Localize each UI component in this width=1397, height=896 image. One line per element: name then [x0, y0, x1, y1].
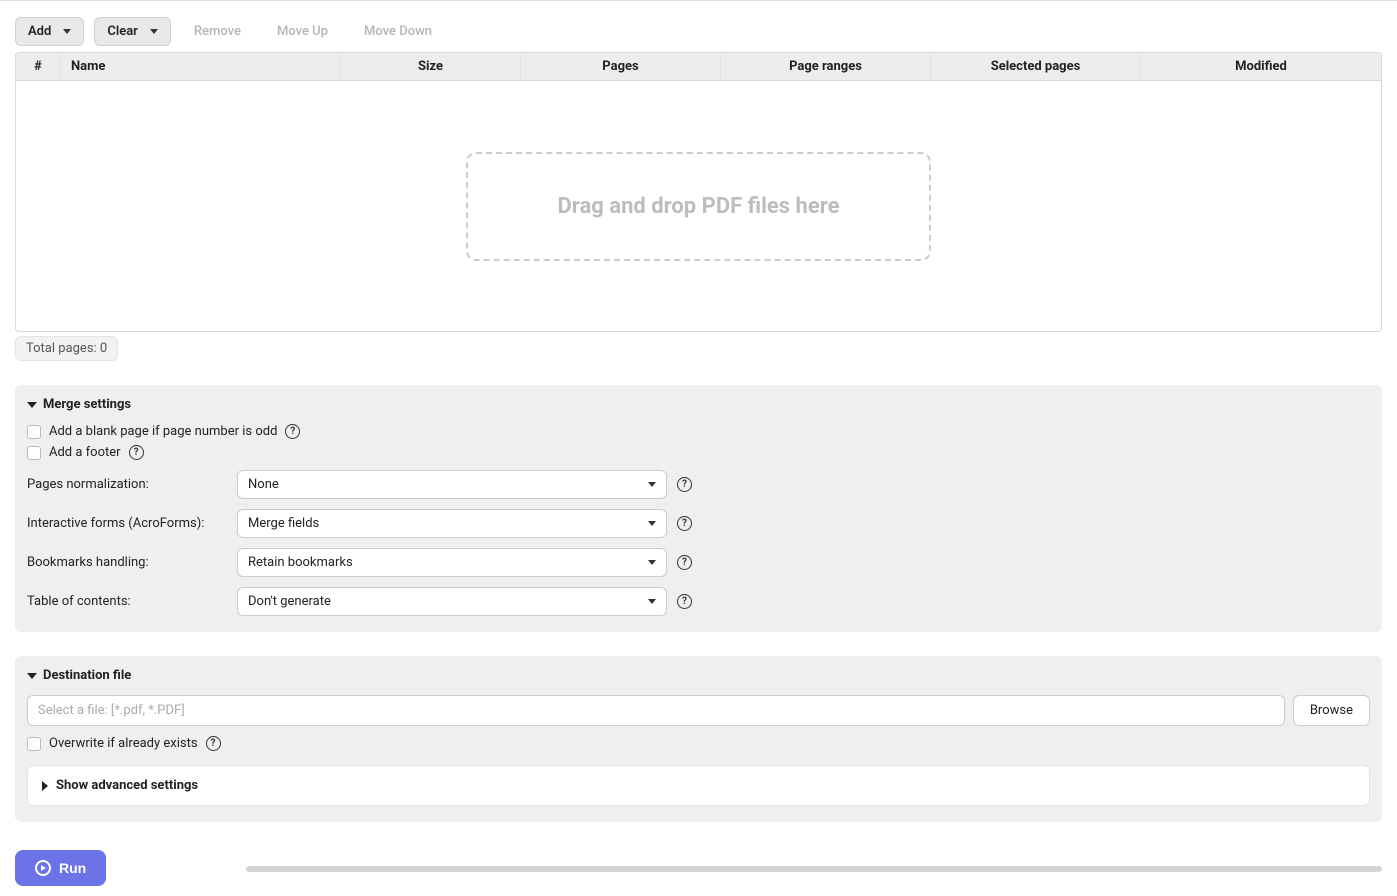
advanced-settings-toggle[interactable]: Show advanced settings: [27, 765, 1370, 806]
merge-settings-panel: Merge settings Add a blank page if page …: [15, 385, 1382, 632]
col-header-size[interactable]: Size: [341, 53, 521, 80]
toc-label: Table of contents:: [27, 594, 237, 609]
remove-button-label: Remove: [194, 24, 241, 39]
play-circle-icon: [35, 860, 51, 876]
help-icon[interactable]: ?: [677, 477, 692, 492]
total-pages-status: Total pages: 0: [15, 336, 118, 361]
acroforms-value: Merge fields: [248, 516, 319, 531]
footer-checkbox[interactable]: [27, 446, 41, 460]
toc-row: Table of contents: Don't generate ?: [27, 587, 1370, 616]
destination-title: Destination file: [43, 668, 131, 683]
help-icon[interactable]: ?: [677, 555, 692, 570]
merge-settings-title: Merge settings: [43, 397, 131, 412]
acroforms-select[interactable]: Merge fields: [237, 509, 667, 538]
file-table: # Name Size Pages Page ranges Selected p…: [15, 52, 1382, 332]
bookmarks-select[interactable]: Retain bookmarks: [237, 548, 667, 577]
normalization-select[interactable]: None: [237, 470, 667, 499]
col-header-pages[interactable]: Pages: [521, 53, 721, 80]
toc-value: Don't generate: [248, 594, 331, 609]
merge-settings-header[interactable]: Merge settings: [27, 397, 1370, 412]
move-down-button-label: Move Down: [364, 24, 432, 39]
move-down-button: Move Down: [351, 17, 445, 46]
blank-page-label: Add a blank page if page number is odd: [49, 424, 277, 439]
destination-panel: Destination file Select a file: [*.pdf, …: [15, 656, 1382, 822]
add-button[interactable]: Add: [15, 17, 84, 46]
scrollbar-thumb[interactable]: [246, 866, 1382, 872]
browse-button[interactable]: Browse: [1293, 695, 1370, 726]
blank-page-row: Add a blank page if page number is odd ?: [27, 424, 1370, 439]
bookmarks-row: Bookmarks handling: Retain bookmarks ?: [27, 548, 1370, 577]
footer-bar: Run: [15, 850, 1382, 886]
top-divider: [0, 0, 1397, 1]
toc-select[interactable]: Don't generate: [237, 587, 667, 616]
destination-input[interactable]: Select a file: [*.pdf, *.PDF]: [27, 695, 1285, 726]
blank-page-checkbox[interactable]: [27, 425, 41, 439]
move-up-button: Move Up: [264, 17, 341, 46]
run-button-label: Run: [59, 860, 86, 876]
run-button[interactable]: Run: [15, 850, 106, 886]
destination-row: Select a file: [*.pdf, *.PDF] Browse: [27, 695, 1370, 726]
clear-button-label: Clear: [107, 24, 138, 39]
advanced-settings-label: Show advanced settings: [56, 778, 198, 793]
caret-down-icon: [648, 599, 656, 604]
caret-down-icon: [648, 521, 656, 526]
table-header: # Name Size Pages Page ranges Selected p…: [16, 53, 1381, 81]
add-button-label: Add: [28, 24, 51, 39]
caret-down-icon: [63, 29, 71, 34]
dropzone[interactable]: Drag and drop PDF files here: [466, 152, 932, 261]
overwrite-label: Overwrite if already exists: [49, 736, 198, 751]
caret-down-icon: [150, 29, 158, 34]
help-icon[interactable]: ?: [677, 594, 692, 609]
help-icon[interactable]: ?: [129, 445, 144, 460]
clear-button[interactable]: Clear: [94, 17, 171, 46]
destination-placeholder: Select a file: [*.pdf, *.PDF]: [38, 703, 185, 718]
acroforms-row: Interactive forms (AcroForms): Merge fie…: [27, 509, 1370, 538]
move-up-button-label: Move Up: [277, 24, 328, 39]
destination-header[interactable]: Destination file: [27, 668, 1370, 683]
normalization-row: Pages normalization: None ?: [27, 470, 1370, 499]
normalization-value: None: [248, 477, 279, 492]
bookmarks-label: Bookmarks handling:: [27, 555, 237, 570]
caret-down-icon: [648, 482, 656, 487]
help-icon[interactable]: ?: [677, 516, 692, 531]
help-icon[interactable]: ?: [206, 736, 221, 751]
footer-label: Add a footer: [49, 445, 121, 460]
help-icon[interactable]: ?: [285, 424, 300, 439]
col-header-selected[interactable]: Selected pages: [931, 53, 1141, 80]
file-toolbar: Add Clear Remove Move Up Move Down: [15, 17, 1382, 46]
horizontal-scrollbar[interactable]: [246, 863, 1382, 873]
col-header-num[interactable]: #: [16, 53, 61, 80]
overwrite-checkbox[interactable]: [27, 737, 41, 751]
page-content: Add Clear Remove Move Up Move Down # Nam…: [0, 17, 1397, 896]
footer-row: Add a footer ?: [27, 445, 1370, 460]
caret-down-icon: [648, 560, 656, 565]
col-header-name[interactable]: Name: [61, 53, 341, 80]
col-header-modified[interactable]: Modified: [1141, 53, 1381, 80]
chevron-down-icon: [27, 673, 37, 679]
col-header-ranges[interactable]: Page ranges: [721, 53, 931, 80]
normalization-label: Pages normalization:: [27, 477, 237, 492]
chevron-down-icon: [27, 402, 37, 408]
remove-button: Remove: [181, 17, 254, 46]
acroforms-label: Interactive forms (AcroForms):: [27, 516, 237, 531]
table-body[interactable]: Drag and drop PDF files here: [16, 81, 1381, 331]
bookmarks-value: Retain bookmarks: [248, 555, 353, 570]
overwrite-row: Overwrite if already exists ?: [27, 736, 1370, 751]
chevron-right-icon: [42, 781, 48, 791]
